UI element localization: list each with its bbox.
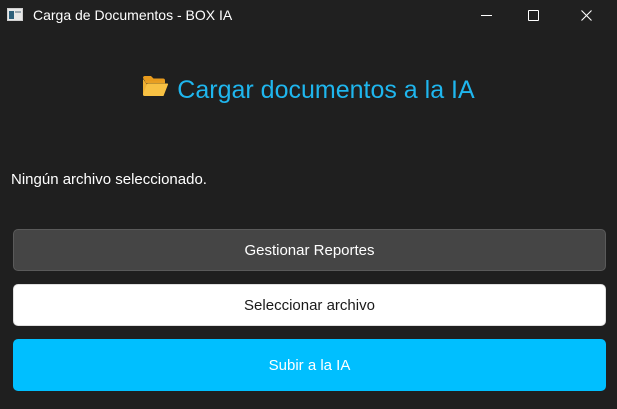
title-bar[interactable]: Carga de Documentos - BOX IA bbox=[0, 0, 617, 30]
open-folder-icon bbox=[142, 73, 169, 105]
close-icon bbox=[580, 9, 592, 21]
minimize-button[interactable] bbox=[463, 0, 509, 30]
manage-reports-button[interactable]: Gestionar Reportes bbox=[13, 229, 606, 271]
minimize-icon bbox=[480, 14, 492, 16]
app-window: Carga de Documentos - BOX IA Cargar docu… bbox=[0, 0, 617, 409]
select-file-button[interactable]: Seleccionar archivo bbox=[13, 284, 606, 326]
maximize-button[interactable] bbox=[510, 0, 556, 30]
close-button[interactable] bbox=[563, 0, 609, 30]
heading-text: Cargar documentos a la IA bbox=[177, 76, 475, 104]
app-icon bbox=[7, 8, 23, 21]
selected-file-status: Ningún archivo seleccionado. bbox=[11, 171, 207, 188]
page-title: Cargar documentos a la IA bbox=[0, 74, 617, 107]
upload-to-ai-button[interactable]: Subir a la IA bbox=[13, 339, 606, 391]
window-title: Carga de Documentos - BOX IA bbox=[33, 7, 233, 23]
maximize-icon bbox=[527, 9, 539, 21]
